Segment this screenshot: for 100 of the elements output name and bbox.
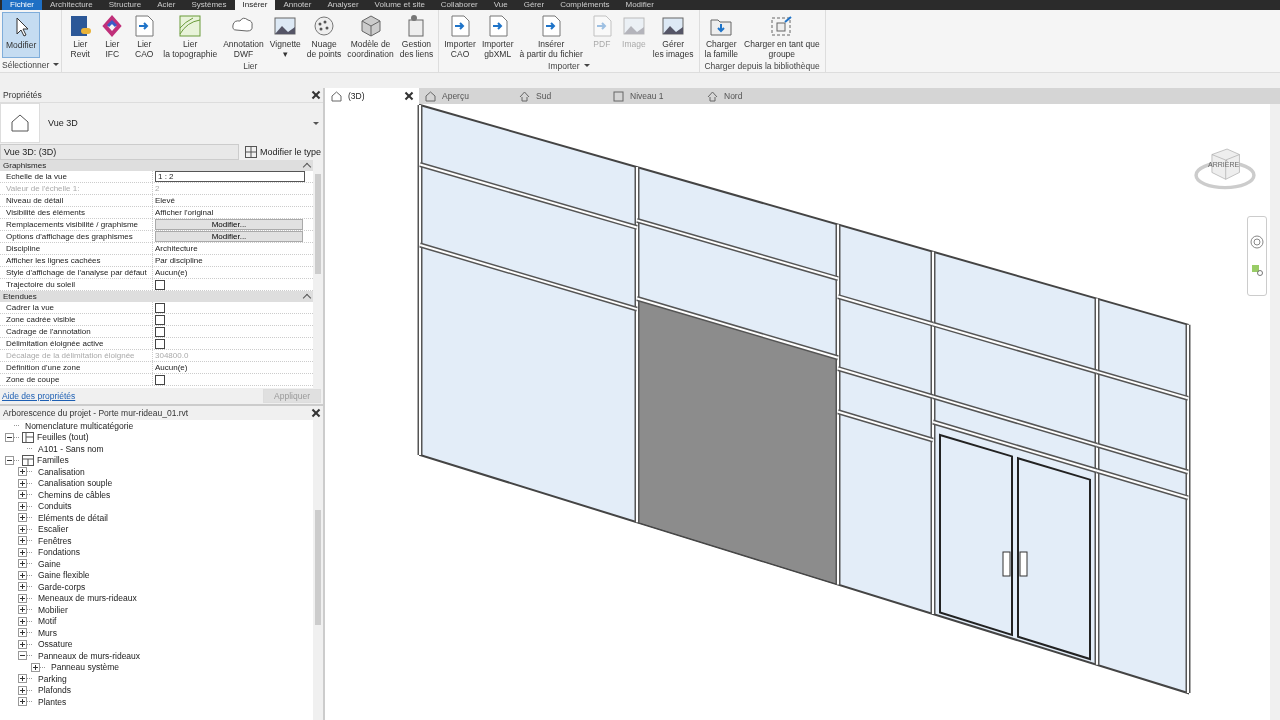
- edit-button[interactable]: Modifier...: [155, 219, 303, 230]
- ribbon-tab[interactable]: Analyser: [319, 0, 367, 10]
- expander-icon[interactable]: [5, 432, 14, 442]
- view-tab[interactable]: Niveau 1: [607, 88, 701, 104]
- expander-icon[interactable]: [31, 662, 40, 672]
- ribbon-tab[interactable]: Systèmes: [183, 0, 235, 10]
- close-icon[interactable]: [405, 92, 413, 100]
- expander-icon[interactable]: [18, 628, 27, 638]
- tree-item[interactable]: Escalier: [38, 524, 69, 535]
- steering-wheel-icon[interactable]: [1250, 235, 1264, 249]
- expander-icon[interactable]: [18, 674, 27, 684]
- view-tab[interactable]: Aperçu: [419, 88, 513, 104]
- tree-item[interactable]: Fondations: [38, 547, 81, 558]
- tree-item[interactable]: Meneaux de murs-rideaux: [38, 593, 137, 604]
- tree-item[interactable]: Ossature: [38, 639, 73, 650]
- expander-icon[interactable]: [18, 478, 27, 488]
- ribbon-button[interactable]: Charger la famille: [701, 12, 742, 61]
- tree-item[interactable]: Canalisation: [38, 466, 85, 477]
- expander-icon[interactable]: [18, 490, 27, 500]
- ribbon-tab[interactable]: Architecture: [42, 0, 101, 10]
- tree-item[interactable]: Panneau système: [51, 662, 120, 673]
- expander-icon[interactable]: [18, 651, 27, 661]
- expander-icon[interactable]: [18, 524, 27, 534]
- help-link[interactable]: Aide des propriétés: [2, 391, 76, 401]
- instance-dropdown[interactable]: Vue 3D: (3D): [0, 143, 239, 160]
- ribbon-tab[interactable]: Fichier: [2, 0, 42, 10]
- expander-icon[interactable]: [5, 455, 14, 465]
- ribbon-button[interactable]: Nuage de points: [303, 12, 345, 61]
- expander-icon[interactable]: [18, 547, 27, 557]
- view-tab[interactable]: Nord: [701, 88, 795, 104]
- expander-icon[interactable]: [18, 697, 27, 707]
- expander-icon[interactable]: [18, 605, 27, 615]
- ribbon-button[interactable]: Importer gbXML: [478, 12, 517, 61]
- tree-item[interactable]: Murs: [38, 627, 57, 638]
- expander-icon[interactable]: [18, 501, 27, 511]
- ribbon-tab[interactable]: Gérer: [515, 0, 553, 10]
- ribbon-button[interactable]: Lier la topographie: [160, 12, 221, 61]
- ribbon-button[interactable]: Lier IFC: [96, 12, 129, 61]
- ribbon-button[interactable]: Annotation DWF: [220, 12, 267, 61]
- ribbon-tab[interactable]: Acier: [149, 0, 184, 10]
- expander-icon[interactable]: [18, 593, 27, 603]
- tree-item[interactable]: A101 - Sans nom: [38, 443, 104, 454]
- checkbox[interactable]: [155, 374, 165, 385]
- tree-item[interactable]: Canalisation souple: [38, 478, 113, 489]
- tree-item[interactable]: Conduits: [38, 501, 72, 512]
- ribbon-tab[interactable]: Collaborer: [432, 0, 486, 10]
- checkbox[interactable]: [155, 279, 165, 290]
- view-tab[interactable]: Sud: [513, 88, 607, 104]
- checkbox[interactable]: [155, 326, 165, 337]
- checkbox[interactable]: [155, 314, 165, 325]
- view-tab[interactable]: (3D): [325, 88, 419, 104]
- scrollbar[interactable]: [313, 160, 323, 388]
- tree-item[interactable]: Fenêtres: [38, 535, 72, 546]
- ribbon-tab[interactable]: Vue: [485, 0, 516, 10]
- tree-item[interactable]: Eléments de détail: [38, 512, 108, 523]
- tree-item[interactable]: Garde-corps: [38, 581, 86, 592]
- edit-type-button[interactable]: Modifier le type: [238, 145, 321, 158]
- tree-item[interactable]: Gaine: [38, 558, 61, 569]
- expander-icon[interactable]: [18, 536, 27, 546]
- scrollbar[interactable]: [313, 420, 323, 720]
- ribbon-tab[interactable]: Volume et site: [366, 0, 433, 10]
- checkbox[interactable]: [155, 302, 165, 313]
- ribbon-button[interactable]: Charger en tant que groupe: [741, 12, 823, 61]
- ribbon-tab[interactable]: Insérer: [234, 0, 276, 10]
- ribbon-button[interactable]: Gérer les images: [649, 12, 697, 61]
- tree-item[interactable]: Chemins de câbles: [38, 489, 111, 500]
- ribbon-tab[interactable]: Annoter: [275, 0, 320, 10]
- ribbon-button[interactable]: Modèle de coordination: [344, 12, 397, 61]
- expander-icon[interactable]: [18, 513, 27, 523]
- tree-item[interactable]: Nomenclature multicatégorie: [25, 420, 134, 431]
- tree-item[interactable]: Mobilier: [38, 604, 68, 615]
- tree-item[interactable]: Plantes: [38, 696, 67, 707]
- tree-item[interactable]: Plafonds: [38, 685, 72, 696]
- tree-item[interactable]: Feuilles (tout): [37, 432, 89, 443]
- ribbon-button[interactable]: Insérer à partir du fichier: [516, 12, 586, 61]
- section-header[interactable]: Graphismes: [0, 160, 313, 171]
- expander-icon[interactable]: [18, 639, 27, 649]
- ribbon-button[interactable]: Lier Revit: [64, 12, 97, 61]
- edit-button[interactable]: Modifier...: [155, 231, 303, 242]
- close-icon[interactable]: [312, 91, 320, 99]
- ribbon-tab[interactable]: Modifier: [617, 0, 662, 10]
- ribbon-button[interactable]: Gestion des liens: [396, 12, 437, 61]
- tree-item[interactable]: Gaine flexible: [38, 570, 90, 581]
- scrollbar[interactable]: [1270, 104, 1280, 720]
- scale-input[interactable]: 1 : 2: [155, 171, 305, 182]
- expander-icon[interactable]: [18, 616, 27, 626]
- expander-icon[interactable]: [18, 467, 27, 477]
- tree-item[interactable]: Panneaux de murs-rideaux: [38, 650, 141, 661]
- ribbon-button[interactable]: Modifier: [2, 12, 41, 58]
- close-icon[interactable]: [312, 409, 320, 417]
- zoom-icon[interactable]: [1250, 263, 1264, 277]
- tree-item[interactable]: Parking: [38, 673, 67, 684]
- expander-icon[interactable]: [18, 685, 27, 695]
- tree-item[interactable]: Familles: [37, 455, 69, 466]
- ribbon-tab[interactable]: Compléments: [552, 0, 618, 10]
- expander-icon[interactable]: [18, 570, 27, 580]
- expander-icon[interactable]: [18, 582, 27, 592]
- ribbon-button[interactable]: Vignette ▾: [266, 12, 304, 61]
- ribbon-tab[interactable]: Structure: [100, 0, 150, 10]
- tree-item[interactable]: Motif: [38, 616, 57, 627]
